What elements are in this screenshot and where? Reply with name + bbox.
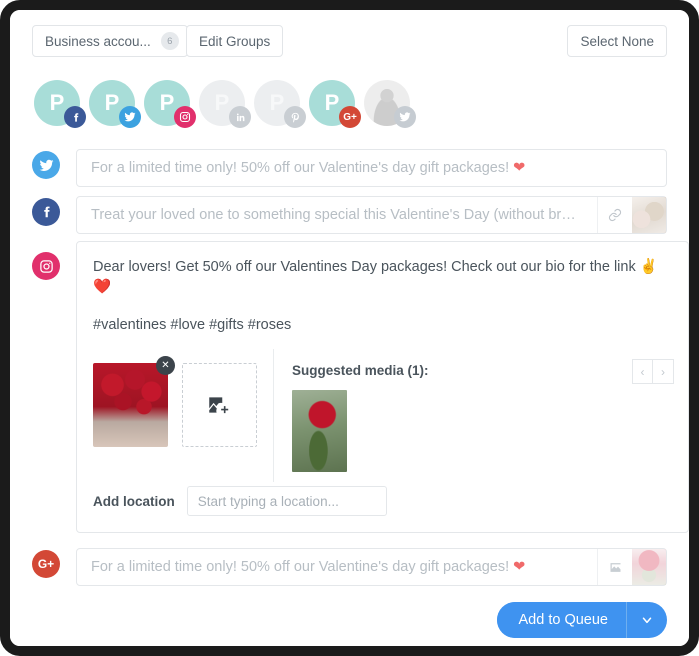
edit-groups-button[interactable]: Edit Groups <box>186 25 284 57</box>
red-roses-bouquet[interactable]: ✕ <box>93 356 175 448</box>
profile-googleplus[interactable]: P G+ <box>309 80 361 128</box>
avatar-initial: P <box>214 90 230 115</box>
twitter-text-field[interactable]: For a limited time only! 50% off our Val… <box>76 149 667 187</box>
facebook-badge-icon <box>64 106 86 128</box>
add-location-label: Add location <box>93 493 175 509</box>
suggested-media-panel: Suggested media (1): ‹ › <box>273 349 688 483</box>
twitter-text-value: For a limited time only! 50% off our Val… <box>91 160 514 176</box>
googleplus-text-value: For a limited time only! 50% off our Val… <box>91 559 514 575</box>
add-to-queue-group: Add to Queue <box>496 602 667 638</box>
attached-media-list: ✕ <box>77 349 273 457</box>
remove-media-button[interactable]: ✕ <box>155 356 175 376</box>
image-icon[interactable] <box>597 549 632 585</box>
chevron-down-icon[interactable] <box>626 602 667 638</box>
avatar-initial: P <box>269 90 285 115</box>
googleplus-text: For a limited time only! 50% off our Val… <box>77 559 597 575</box>
group-select-button[interactable]: Business accou... 6 <box>32 25 188 57</box>
group-select-label: Business accou... <box>45 33 151 49</box>
avatar-initial: P <box>104 90 120 115</box>
suggested-media-title: Suggested media (1): <box>292 363 429 379</box>
suggested-media-nav: ‹ › <box>632 359 674 385</box>
composer-app: Business accou... 6 Edit Groups Select N… <box>10 10 689 646</box>
linkedin-badge-icon <box>229 106 251 128</box>
googleplus-glyph: G+ <box>37 557 55 571</box>
group-select-count: 6 <box>160 32 179 50</box>
instagram-hashtags[interactable]: #valentines #love #gifts #roses <box>77 297 688 349</box>
chevron-left-icon[interactable]: ‹ <box>632 359 653 385</box>
googleplus-text-field[interactable]: For a limited time only! 50% off our Val… <box>76 548 667 586</box>
pinterest-badge-icon <box>284 106 306 128</box>
heart-emoji: ❤ <box>513 160 526 176</box>
avatar-initial: P <box>49 90 65 115</box>
add-image-button[interactable] <box>181 363 257 448</box>
account-avatar-row: P P P P P P G+ <box>34 80 416 128</box>
link-icon[interactable] <box>597 197 632 233</box>
facebook-icon <box>32 198 60 226</box>
instagram-badge-icon <box>174 106 196 128</box>
instagram-media-area: ✕ Suggested media (1): ‹ › <box>77 349 688 483</box>
twitter-badge-icon <box>119 106 141 128</box>
facebook-attachment-thumbnail[interactable] <box>632 197 666 233</box>
chevron-right-icon[interactable]: › <box>653 359 674 385</box>
select-none-button[interactable]: Select None <box>567 25 667 57</box>
instagram-composer-card: Dear lovers! Get 50% off our Valentines … <box>76 241 689 534</box>
device-bezel: Business accou... 6 Edit Groups Select N… <box>0 0 699 656</box>
instagram-text[interactable]: Dear lovers! Get 50% off our Valentines … <box>77 242 688 297</box>
facebook-text-field[interactable]: Treat your loved one to something specia… <box>76 196 667 234</box>
red-rose-photo[interactable] <box>292 390 347 473</box>
profile-linkedin[interactable]: P <box>199 80 251 128</box>
profile-instagram[interactable]: P <box>144 80 196 128</box>
avatar-initial: P <box>324 90 340 115</box>
googleplus-attachment-thumbnail[interactable] <box>632 549 666 585</box>
profile-twitter[interactable]: P <box>89 80 141 128</box>
twitter-muted-badge-icon <box>394 106 416 128</box>
location-input[interactable] <box>186 486 387 517</box>
googleplus-badge-icon: G+ <box>339 106 361 128</box>
twitter-text: For a limited time only! 50% off our Val… <box>77 160 666 176</box>
twitter-icon <box>32 151 60 179</box>
profile-pinterest[interactable]: P <box>254 80 306 128</box>
avatar-initial: P <box>159 90 175 115</box>
heart-emoji: ❤ <box>513 559 526 575</box>
googleplus-icon: G+ <box>32 550 60 578</box>
instagram-icon <box>32 252 60 280</box>
profile-facebook[interactable]: P <box>34 80 86 128</box>
profile-photo-twitter[interactable] <box>364 80 416 128</box>
facebook-text: Treat your loved one to something specia… <box>91 207 597 223</box>
location-row: Add location <box>77 482 688 532</box>
toolbar: Business accou... 6 Edit Groups Select N… <box>10 10 689 66</box>
add-to-queue-button[interactable]: Add to Queue <box>496 602 626 638</box>
